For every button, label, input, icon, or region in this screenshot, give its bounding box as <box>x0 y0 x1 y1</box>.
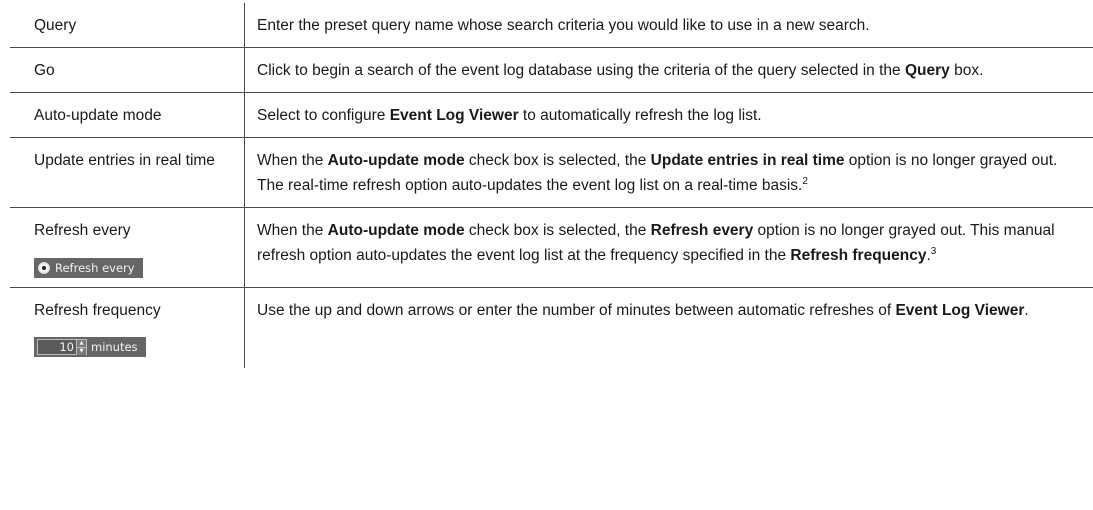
bold-term: Refresh frequency <box>790 247 927 264</box>
description-cell: When the Auto-update mode check box is s… <box>244 207 1093 288</box>
stepper-value: 10 <box>59 340 74 354</box>
description-text: Use the up and down arrows or enter the … <box>257 302 896 319</box>
table-row: Refresh every Refresh every When the Aut… <box>10 207 1093 288</box>
term-label: Refresh frequency <box>34 302 161 319</box>
description-text: check box is selected, the <box>464 152 651 169</box>
bold-term: Query <box>904 62 950 79</box>
description-text: When the <box>257 152 328 169</box>
bold-term: Event Log Viewer <box>895 302 1025 319</box>
footnote-marker: 2 <box>802 175 808 187</box>
radio-button-icon <box>38 262 50 274</box>
description-text: Click to begin a search of the event log… <box>257 62 905 79</box>
description-text: Enter the preset query name whose search… <box>257 17 870 34</box>
description-text: check box is selected, the <box>464 222 651 239</box>
term-label: Refresh every <box>34 222 131 239</box>
bold-term: Event Log Viewer <box>389 107 519 124</box>
table-row: Auto-update mode Select to configure Eve… <box>10 92 1093 138</box>
description-text: box. <box>949 62 984 79</box>
term-cell: Update entries in real time <box>10 137 245 208</box>
description-text: Select to configure <box>257 107 390 124</box>
description-cell: Select to configure Event Log Viewer to … <box>244 92 1093 138</box>
stepper-arrows: ▲ ▼ <box>76 340 86 355</box>
table-row: Update entries in real time When the Aut… <box>10 137 1093 208</box>
term-label: Auto-update mode <box>34 107 162 124</box>
term-cell: Refresh every Refresh every <box>10 207 245 288</box>
term-label: Query <box>34 17 77 34</box>
bold-term: Update entries in real time <box>650 152 845 169</box>
arrow-down-icon: ▼ <box>77 348 86 355</box>
refresh-frequency-stepper-image: 10 ▲ ▼ minutes <box>34 337 146 357</box>
table-row: Refresh frequency 10 ▲ ▼ minutes Use the… <box>10 287 1093 368</box>
table-row: Go Click to begin a search of the event … <box>10 47 1093 93</box>
description-text: to automatically refresh the log list. <box>518 107 762 124</box>
radio-label: Refresh every <box>55 261 135 275</box>
footnote-marker: 3 <box>930 245 937 257</box>
description-cell: Click to begin a search of the event log… <box>244 47 1093 93</box>
term-cell: Query <box>10 3 245 48</box>
bold-term: Auto-update mode <box>327 222 465 239</box>
term-label: Update entries in real time <box>34 152 215 169</box>
description-cell: When the Auto-update mode check box is s… <box>244 137 1093 208</box>
term-label: Go <box>34 62 55 79</box>
stepper-box: 10 ▲ ▼ <box>37 339 87 355</box>
term-cell: Go <box>10 47 245 93</box>
description-text: . <box>1024 302 1029 319</box>
stepper-unit: minutes <box>91 339 138 354</box>
description-cell: Use the up and down arrows or enter the … <box>244 287 1093 368</box>
definition-table: Query Enter the preset query name whose … <box>10 3 1093 368</box>
description-cell: Enter the preset query name whose search… <box>244 3 1093 48</box>
refresh-every-radio-image: Refresh every <box>34 258 143 278</box>
arrow-up-icon: ▲ <box>77 340 86 348</box>
description-text: When the <box>257 222 328 239</box>
table-row: Query Enter the preset query name whose … <box>10 3 1093 48</box>
bold-term: Auto-update mode <box>327 152 465 169</box>
bold-term: Refresh every <box>650 222 754 239</box>
term-cell: Auto-update mode <box>10 92 245 138</box>
term-cell: Refresh frequency 10 ▲ ▼ minutes <box>10 287 245 368</box>
